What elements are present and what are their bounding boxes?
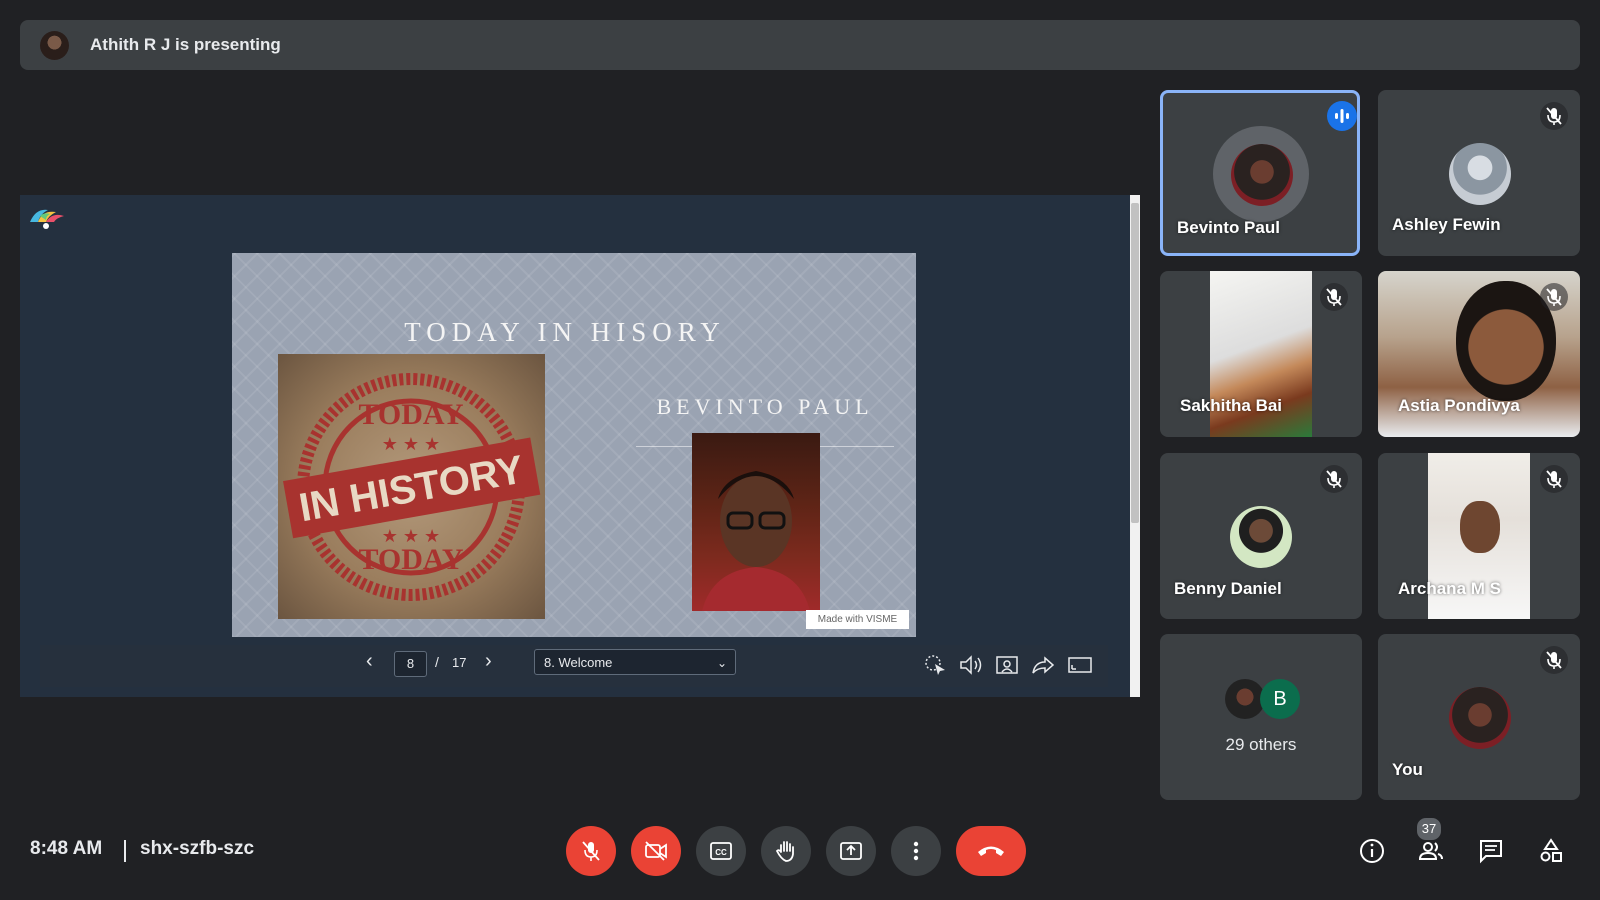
share-icon[interactable] (1030, 654, 1056, 676)
avatar (1231, 144, 1293, 206)
bottom-divider (124, 840, 126, 862)
participant-tile-sakhitha-bai[interactable]: Sakhitha Bai (1160, 271, 1362, 437)
stamp-bottom-text: TODAY (358, 543, 463, 576)
scrollbar-thumb[interactable] (1131, 203, 1139, 523)
speaking-indicator-icon (1327, 101, 1357, 131)
mic-off-icon (1540, 283, 1568, 311)
people-count-badge: 37 (1415, 816, 1443, 842)
slide-presenter-name: BEVINTO PAUL (656, 394, 874, 419)
present-button[interactable] (826, 826, 876, 876)
participant-tile-archana-m-s[interactable]: Archana M S (1378, 453, 1580, 619)
participant-name: Ashley Fewin (1392, 215, 1501, 234)
avatar-letter: B (1260, 679, 1300, 719)
participant-tile-astia-pondivya[interactable]: Astia Pondivya (1378, 271, 1580, 437)
participant-tile-others[interactable]: B 29 others (1160, 634, 1362, 800)
mic-off-icon (1320, 283, 1348, 311)
mic-off-icon (1540, 102, 1568, 130)
svg-text:★ ★ ★: ★ ★ ★ (382, 434, 440, 454)
captions-icon: CC (710, 842, 732, 860)
participant-tile-bevinto-paul[interactable]: Bevinto Paul (1160, 90, 1360, 256)
raise-hand-button[interactable] (761, 826, 811, 876)
others-count: 29 others (1225, 735, 1297, 754)
volume-icon[interactable] (958, 654, 984, 676)
mic-off-icon (582, 841, 600, 861)
made-with-visme-badge[interactable]: Made with VISME (806, 610, 909, 629)
meeting-details-button[interactable] (1355, 834, 1389, 868)
fullscreen-icon[interactable] (1067, 654, 1093, 676)
participant-tile-benny-daniel[interactable]: Benny Daniel (1160, 453, 1362, 619)
chat-icon (1480, 840, 1502, 864)
mic-toggle-button[interactable] (566, 826, 616, 876)
slide-presenter-photo (692, 433, 820, 611)
present-icon (840, 842, 862, 860)
info-icon (1360, 839, 1384, 863)
captions-button[interactable]: CC (696, 826, 746, 876)
today-in-history-stamp-image: TODAY TODAY IN HISTORY ★ ★ ★ ★ ★ ★ (278, 354, 545, 619)
participant-name: Astia Pondivya (1398, 396, 1520, 415)
end-call-icon (978, 846, 1004, 856)
participant-name: Benny Daniel (1174, 579, 1282, 598)
pointer-icon[interactable] (923, 654, 949, 676)
more-icon (913, 841, 919, 861)
next-slide-icon[interactable]: › (485, 650, 492, 673)
participant-name: You (1392, 760, 1423, 779)
avatar (1449, 687, 1511, 749)
chevron-down-icon: ⌄ (716, 656, 727, 670)
slide-select[interactable]: 8. Welcome ⌄ (534, 649, 736, 675)
participant-name: Bevinto Paul (1177, 218, 1280, 237)
participant-tile-ashley-fewin[interactable]: Ashley Fewin (1378, 90, 1580, 256)
previous-slide-icon[interactable]: ‹ (366, 650, 373, 673)
activities-icon (1540, 838, 1562, 862)
presenter-view-icon[interactable] (994, 654, 1020, 676)
participant-tile-you[interactable]: You (1378, 634, 1580, 800)
presenting-text: Athith R J is presenting (90, 35, 281, 54)
stamp-top-text: TODAY (358, 398, 463, 431)
slide-select-value: 8. Welcome (544, 655, 613, 670)
raise-hand-icon (775, 841, 794, 862)
activities-button[interactable] (1534, 834, 1568, 868)
participant-name: Sakhitha Bai (1180, 396, 1283, 415)
shared-screen-scrollbar[interactable] (1130, 195, 1140, 697)
avatar (1449, 143, 1511, 205)
meeting-time: 8:48 AM (30, 838, 103, 859)
camera-toggle-button[interactable] (631, 826, 681, 876)
total-pages: 17 (452, 655, 467, 670)
avatar (1230, 506, 1292, 568)
slide-title: TODAY IN HISORY (404, 317, 726, 347)
mic-off-icon (1320, 465, 1348, 493)
meeting-code: shx-szfb-szc (140, 838, 255, 859)
avatar (1225, 679, 1265, 719)
page-number-input[interactable]: 8 (394, 651, 427, 677)
more-options-button[interactable] (891, 826, 941, 876)
video-off-icon (645, 841, 667, 861)
participant-name: Archana M S (1398, 579, 1501, 598)
participant-face (1460, 501, 1500, 553)
svg-text:CC: CC (715, 848, 727, 857)
presenting-banner: Athith R J is presenting (20, 20, 1580, 70)
visme-logo (26, 204, 66, 230)
end-call-button[interactable] (956, 826, 1026, 876)
mic-off-icon (1540, 465, 1568, 493)
mic-off-icon (1540, 646, 1568, 674)
chat-button[interactable] (1474, 834, 1508, 868)
svg-text:★ ★ ★: ★ ★ ★ (382, 526, 440, 546)
page-separator: / (435, 654, 439, 670)
presenter-avatar (40, 31, 69, 60)
